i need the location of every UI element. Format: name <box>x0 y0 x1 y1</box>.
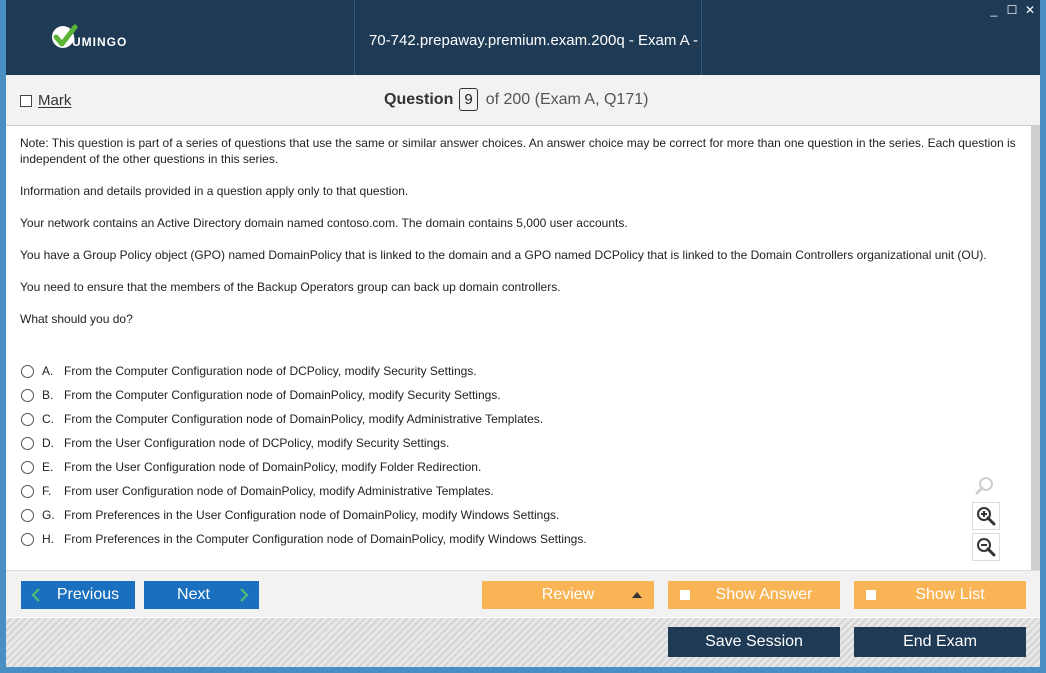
question-bar: Mark Question 9 of 200 (Exam A, Q171) <box>6 75 1040 126</box>
show-list-label: Show List <box>915 586 985 603</box>
radio-button[interactable] <box>21 388 34 402</box>
triangle-up-icon <box>632 592 642 598</box>
answer-list: A. From the Computer Configuration node o… <box>21 359 587 551</box>
logo-text: UMINGO <box>72 35 128 49</box>
radio-button[interactable] <box>21 532 34 546</box>
footer-bar: Save Session End Exam <box>6 618 1040 667</box>
radio-button[interactable] <box>21 436 34 450</box>
answer-text: From the Computer Configuration node of … <box>64 412 544 426</box>
answer-letter: D. <box>42 436 54 450</box>
answer-letter: H. <box>42 532 54 546</box>
question-paragraph: You have a Group Policy object (GPO) nam… <box>20 248 987 262</box>
question-paragraph: Note: This question is part of a series … <box>20 136 1016 166</box>
close-button[interactable]: ✕ <box>1024 3 1036 17</box>
window-title: 70-742.prepaway.premium.exam.200q - Exam… <box>368 32 699 131</box>
question-paragraph: What should you do? <box>20 312 133 326</box>
show-answer-checkbox[interactable] <box>680 590 690 600</box>
save-session-button[interactable]: Save Session <box>668 627 840 657</box>
answer-letter: F. <box>42 484 52 498</box>
radio-button[interactable] <box>21 364 34 378</box>
show-list-button[interactable]: Show List <box>854 581 1026 609</box>
review-button[interactable]: Review <box>482 581 654 609</box>
radio-button[interactable] <box>21 484 34 498</box>
answer-text: From the User Configuration node of DCPo… <box>64 436 450 450</box>
question-paragraph: Your network contains an Active Director… <box>20 216 628 230</box>
checkbox-icon <box>20 94 32 107</box>
zoom-out-icon <box>977 538 996 557</box>
mark-checkbox[interactable]: Mark <box>20 92 71 109</box>
zoom-out-button[interactable] <box>972 533 1000 561</box>
show-list-checkbox[interactable] <box>866 590 876 600</box>
question-text: Note: This question is part of a series … <box>20 135 1020 343</box>
answer-text: From the User Configuration node of Doma… <box>64 460 482 474</box>
answer-letter: C. <box>42 412 54 426</box>
question-label: Question <box>384 90 454 108</box>
answer-letter: A. <box>42 364 54 378</box>
previous-label: Previous <box>56 586 120 603</box>
question-number-input[interactable]: 9 <box>459 88 478 111</box>
zoom-in-icon <box>977 507 996 526</box>
answer-option-b[interactable]: B. From the Computer Configuration node o… <box>21 383 587 407</box>
answer-letter: E. <box>42 460 54 474</box>
mark-label: Mark <box>38 92 72 109</box>
next-label: Next <box>177 586 210 603</box>
show-answer-label: Show Answer <box>715 586 813 603</box>
answer-letter: B. <box>42 388 54 402</box>
vertical-scrollbar[interactable] <box>1031 126 1040 570</box>
radio-button[interactable] <box>21 460 34 474</box>
answer-option-c[interactable]: C. From the Computer Configuration node o… <box>21 407 587 431</box>
zoom-in-button[interactable] <box>972 502 1000 530</box>
answer-text: From Preferences in the User Configurati… <box>64 508 560 522</box>
answer-option-h[interactable]: H. From Preferences in the Computer Confi… <box>21 527 587 551</box>
maximize-button[interactable]: ☐ <box>1006 3 1018 17</box>
main-content: Mark Question 9 of 200 (Exam A, Q171) No… <box>6 75 1040 667</box>
answer-option-f[interactable]: F. From user Configuration node of Domain… <box>21 479 587 503</box>
navigation-bar: Previous Next Review Show Answer Show Li… <box>6 570 1040 617</box>
zoom-controls <box>972 473 1000 564</box>
question-indicator: Question 9 of 200 (Exam A, Q171) <box>384 88 648 111</box>
previous-button[interactable]: Previous <box>21 581 135 609</box>
answer-text: From Preferences in the Computer Configu… <box>64 532 587 546</box>
answer-letter: G. <box>42 508 55 522</box>
search-icon <box>975 477 993 495</box>
review-label: Review <box>541 586 595 603</box>
question-paragraph: You need to ensure that the members of t… <box>20 280 561 294</box>
answer-option-a[interactable]: A. From the Computer Configuration node o… <box>21 359 587 383</box>
show-answer-button[interactable]: Show Answer <box>668 581 840 609</box>
save-session-label: Save Session <box>705 633 803 650</box>
title-separator <box>701 0 702 75</box>
radio-button[interactable] <box>21 508 34 522</box>
chevron-left-icon <box>31 588 40 602</box>
next-button[interactable]: Next <box>144 581 259 609</box>
answer-option-d[interactable]: D. From the User Configuration node of DC… <box>21 431 587 455</box>
window-controls: _ ☐ ✕ <box>988 3 1036 17</box>
answer-text: From user Configuration node of DomainPo… <box>64 484 494 498</box>
minimize-button[interactable]: _ <box>988 3 1000 17</box>
zoom-reset-button[interactable] <box>972 473 998 499</box>
answer-option-g[interactable]: G. From Preferences in the User Configura… <box>21 503 587 527</box>
answer-text: From the Computer Configuration node of … <box>64 388 501 402</box>
app-logo: UMINGO <box>50 22 127 52</box>
window-frame: UMINGO 70-742.prepaway.premium.exam.200q… <box>0 0 1046 673</box>
title-bar: UMINGO 70-742.prepaway.premium.exam.200q… <box>6 0 1040 131</box>
chevron-right-icon <box>240 588 249 602</box>
question-paragraph: Information and details provided in a qu… <box>20 184 409 198</box>
answer-option-e[interactable]: E. From the User Configuration node of Do… <box>21 455 587 479</box>
question-count: of 200 (Exam A, Q171) <box>485 90 649 108</box>
end-exam-label: End Exam <box>903 633 977 650</box>
answer-text: From the Computer Configuration node of … <box>64 364 477 378</box>
title-separator <box>354 0 355 75</box>
radio-button[interactable] <box>21 412 34 426</box>
end-exam-button[interactable]: End Exam <box>854 627 1026 657</box>
